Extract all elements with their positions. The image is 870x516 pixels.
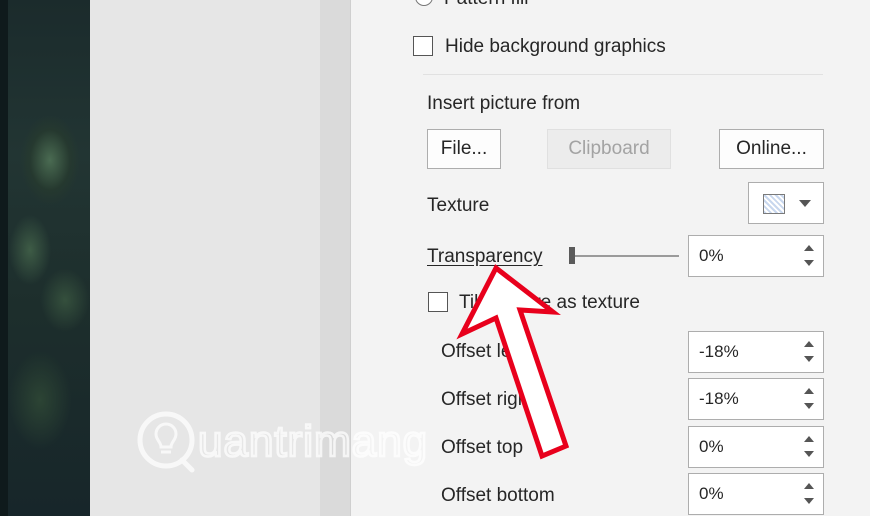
offset-right-label: Offset right	[441, 389, 534, 410]
offset-bottom-spinner[interactable]: 0%	[688, 473, 824, 515]
spin-up-icon[interactable]	[803, 480, 815, 494]
tile-picture-checkbox[interactable]	[428, 292, 448, 312]
window-edge	[0, 0, 8, 516]
texture-label: Texture	[427, 195, 490, 216]
pattern-fill-label: Pattern fill	[444, 0, 528, 11]
hide-background-checkbox[interactable]	[413, 36, 433, 56]
offset-bottom-value[interactable]: 0%	[699, 474, 724, 514]
lightbulb-icon	[154, 422, 178, 449]
offset-top-label: Offset top	[441, 437, 524, 458]
offset-right-spinner[interactable]: -18%	[688, 378, 824, 420]
spin-up-icon[interactable]	[803, 385, 815, 399]
watermark-text: uantrimang	[198, 417, 428, 466]
spin-down-icon[interactable]	[803, 257, 815, 271]
chevron-down-icon	[799, 200, 811, 207]
watermark-ring-icon	[137, 411, 195, 469]
offset-bottom-label: Offset bottom	[441, 485, 555, 506]
spin-down-icon[interactable]	[803, 448, 815, 462]
transparency-slider-thumb[interactable]	[569, 247, 575, 264]
transparency-spinner[interactable]: 0%	[688, 235, 824, 277]
offset-top-value[interactable]: 0%	[699, 427, 724, 467]
spin-down-icon[interactable]	[803, 495, 815, 509]
spin-up-icon[interactable]	[803, 242, 815, 256]
offset-right-value[interactable]: -18%	[699, 379, 739, 419]
quantrimang-watermark: uantrimang	[137, 411, 428, 473]
insert-picture-heading: Insert picture from	[427, 93, 581, 114]
texture-dropdown[interactable]	[748, 182, 824, 224]
online-button[interactable]: Online...	[719, 129, 824, 169]
clipboard-button[interactable]: Clipboard	[547, 129, 671, 169]
spin-up-icon[interactable]	[803, 433, 815, 447]
offset-left-value[interactable]: -18%	[699, 332, 739, 372]
spin-down-icon[interactable]	[803, 353, 815, 367]
texture-swatch-icon	[763, 194, 785, 214]
transparency-label: Transparency	[427, 246, 543, 267]
transparency-slider-track[interactable]	[575, 255, 679, 257]
offset-left-label: Offset left	[441, 341, 522, 362]
offset-left-spinner[interactable]: -18%	[688, 331, 824, 373]
spin-down-icon[interactable]	[803, 400, 815, 414]
offset-top-spinner[interactable]: 0%	[688, 426, 824, 468]
transparency-value[interactable]: 0%	[699, 236, 724, 276]
hide-background-label: Hide background graphics	[445, 36, 666, 57]
section-divider	[423, 74, 823, 75]
file-button[interactable]: File...	[427, 129, 501, 169]
tile-picture-label: Tile picture as texture	[459, 292, 640, 313]
slide-preview-image	[0, 0, 90, 516]
spin-up-icon[interactable]	[803, 338, 815, 352]
